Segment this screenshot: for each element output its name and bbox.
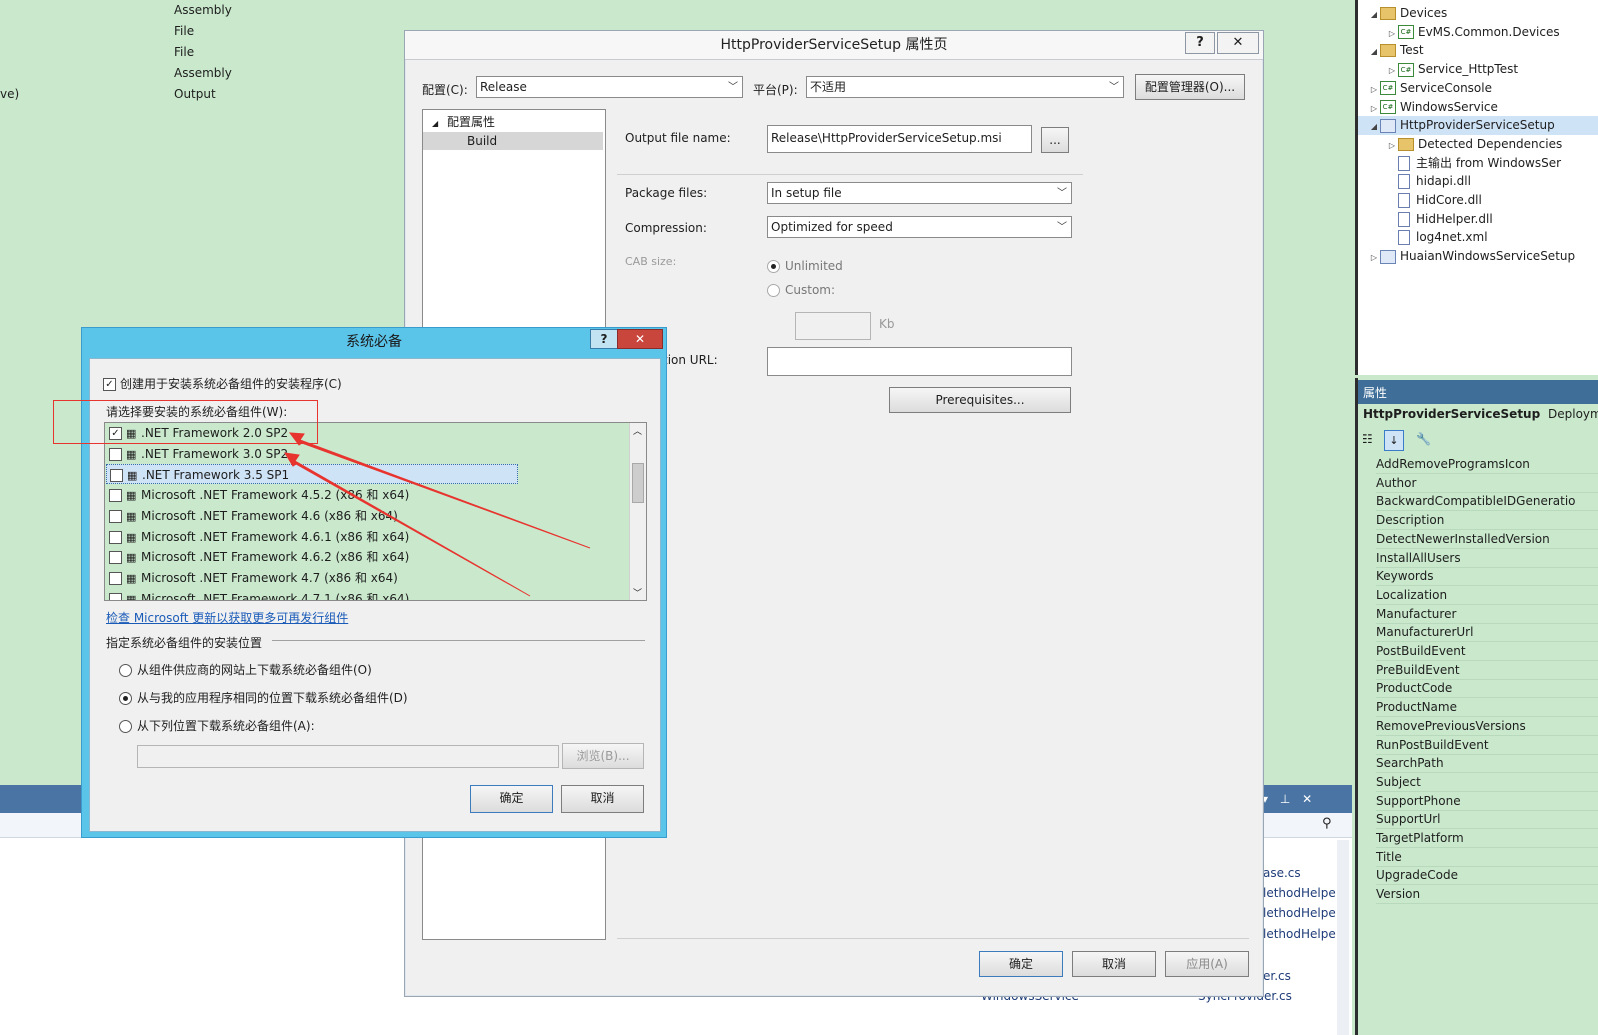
arrow-1 [288,432,591,549]
arrow-2 [284,452,531,597]
annotation-arrows [284,432,591,597]
